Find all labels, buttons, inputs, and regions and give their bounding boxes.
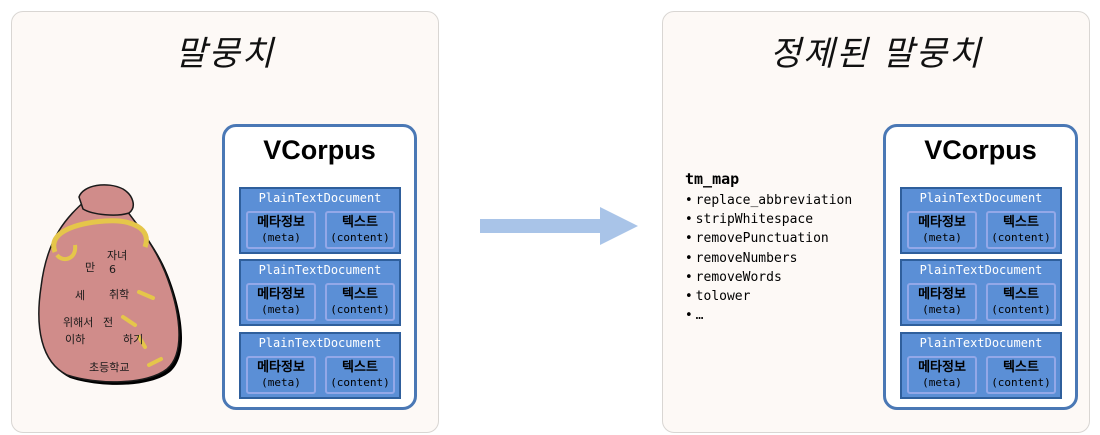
bag-word: 초등학교 bbox=[89, 361, 130, 374]
vcorpus-box: VCorpus PlainTextDocument 메타정보 (meta) 텍스… bbox=[222, 124, 417, 410]
content-cell: 텍스트 (content) bbox=[986, 211, 1056, 249]
content-label: 텍스트 bbox=[342, 360, 378, 375]
content-sublabel: (content) bbox=[991, 303, 1051, 316]
document-title: PlainTextDocument bbox=[919, 336, 1043, 350]
bag-word: 하기 bbox=[123, 333, 144, 346]
operation-item: replace_abbreviation bbox=[685, 191, 853, 210]
meta-sublabel: (meta) bbox=[261, 303, 301, 316]
content-label: 텍스트 bbox=[1003, 360, 1039, 375]
content-cell: 텍스트 (content) bbox=[325, 283, 395, 321]
vcorpus-title: VCorpus bbox=[924, 135, 1037, 165]
content-sublabel: (content) bbox=[330, 231, 390, 244]
plain-text-document: PlainTextDocument 메타정보 (meta) 텍스트 (conte… bbox=[900, 332, 1062, 399]
plain-text-document: PlainTextDocument 메타정보 (meta) 텍스트 (conte… bbox=[900, 259, 1062, 326]
bag-word: 세 bbox=[75, 289, 86, 302]
content-label: 텍스트 bbox=[1003, 215, 1039, 230]
content-cell: 텍스트 (content) bbox=[325, 211, 395, 249]
content-label: 텍스트 bbox=[342, 215, 378, 230]
transform-arrow-icon bbox=[480, 207, 638, 245]
tm-map-operations: tm_map replace_abbreviation stripWhitesp… bbox=[685, 170, 852, 325]
content-sublabel: (content) bbox=[330, 303, 390, 316]
bag-word: 위해서 bbox=[63, 316, 94, 329]
content-sublabel: (content) bbox=[330, 376, 390, 389]
document-title: PlainTextDocument bbox=[258, 263, 382, 277]
meta-label: 메타정보 bbox=[257, 360, 305, 375]
bag-icon bbox=[38, 184, 183, 385]
meta-cell: 메타정보 (meta) bbox=[907, 211, 977, 249]
raw-corpus-title: 말뭉치 bbox=[175, 34, 275, 74]
operation-item: stripWhitespace bbox=[685, 210, 852, 229]
content-sublabel: (content) bbox=[991, 376, 1051, 389]
bag-word: 이하 bbox=[65, 333, 86, 346]
content-cell: 텍스트 (content) bbox=[986, 283, 1056, 321]
plain-text-document: PlainTextDocument 메타정보 (meta) 텍스트 (conte… bbox=[900, 187, 1062, 254]
raw-corpus-panel: 말뭉치 만 자녀 6 세 취학 위해서 전 이하 하기 초등학교 VCorpus… bbox=[11, 11, 439, 433]
operation-item: removePunctuation bbox=[685, 229, 852, 248]
meta-sublabel: (meta) bbox=[261, 376, 301, 389]
operation-item: … bbox=[685, 306, 852, 325]
meta-cell: 메타정보 (meta) bbox=[246, 356, 316, 394]
meta-cell: 메타정보 (meta) bbox=[907, 356, 977, 394]
document-title: PlainTextDocument bbox=[919, 191, 1043, 205]
content-label: 텍스트 bbox=[1003, 287, 1039, 302]
meta-sublabel: (meta) bbox=[922, 376, 962, 389]
plain-text-document: PlainTextDocument 메타정보 (meta) 텍스트 (conte… bbox=[239, 332, 401, 399]
content-cell: 텍스트 (content) bbox=[986, 356, 1056, 394]
vcorpus-title: VCorpus bbox=[263, 135, 376, 165]
bag-word: 자녀 bbox=[107, 249, 128, 262]
bag-word: 6 bbox=[109, 263, 116, 276]
content-cell: 텍스트 (content) bbox=[325, 356, 395, 394]
bag-word: 전 bbox=[103, 316, 114, 329]
document-title: PlainTextDocument bbox=[258, 336, 382, 350]
clean-corpus-panel: 정제된 말뭉치 tm_map replace_abbreviation stri… bbox=[662, 11, 1090, 433]
clean-corpus-title: 정제된 말뭉치 bbox=[769, 34, 983, 74]
meta-sublabel: (meta) bbox=[922, 303, 962, 316]
document-title: PlainTextDocument bbox=[258, 191, 382, 205]
document-title: PlainTextDocument bbox=[919, 263, 1043, 277]
meta-cell: 메타정보 (meta) bbox=[246, 211, 316, 249]
bag-word: 취학 bbox=[109, 288, 130, 301]
operation-list: replace_abbreviation stripWhitespace rem… bbox=[685, 191, 853, 325]
operation-item: removeWords bbox=[685, 268, 852, 287]
meta-sublabel: (meta) bbox=[922, 231, 962, 244]
plain-text-document: PlainTextDocument 메타정보 (meta) 텍스트 (conte… bbox=[239, 187, 401, 254]
meta-label: 메타정보 bbox=[257, 215, 305, 230]
bag-word: 만 bbox=[85, 261, 96, 274]
vcorpus-box: VCorpus PlainTextDocument 메타정보 (meta) 텍스… bbox=[883, 124, 1078, 410]
meta-sublabel: (meta) bbox=[261, 231, 301, 244]
meta-cell: 메타정보 (meta) bbox=[907, 283, 977, 321]
meta-label: 메타정보 bbox=[918, 287, 966, 302]
content-sublabel: (content) bbox=[991, 231, 1051, 244]
meta-label: 메타정보 bbox=[918, 215, 966, 230]
operation-item: tolower bbox=[685, 287, 852, 306]
operation-item: removeNumbers bbox=[685, 249, 852, 268]
meta-label: 메타정보 bbox=[918, 360, 966, 375]
meta-cell: 메타정보 (meta) bbox=[246, 283, 316, 321]
meta-label: 메타정보 bbox=[257, 287, 305, 302]
corpus-bag-illustration: 만 자녀 6 세 취학 위해서 전 이하 하기 초등학교 bbox=[27, 177, 187, 391]
tm-map-title: tm_map bbox=[685, 170, 740, 188]
plain-text-document: PlainTextDocument 메타정보 (meta) 텍스트 (conte… bbox=[239, 259, 401, 326]
content-label: 텍스트 bbox=[342, 287, 378, 302]
